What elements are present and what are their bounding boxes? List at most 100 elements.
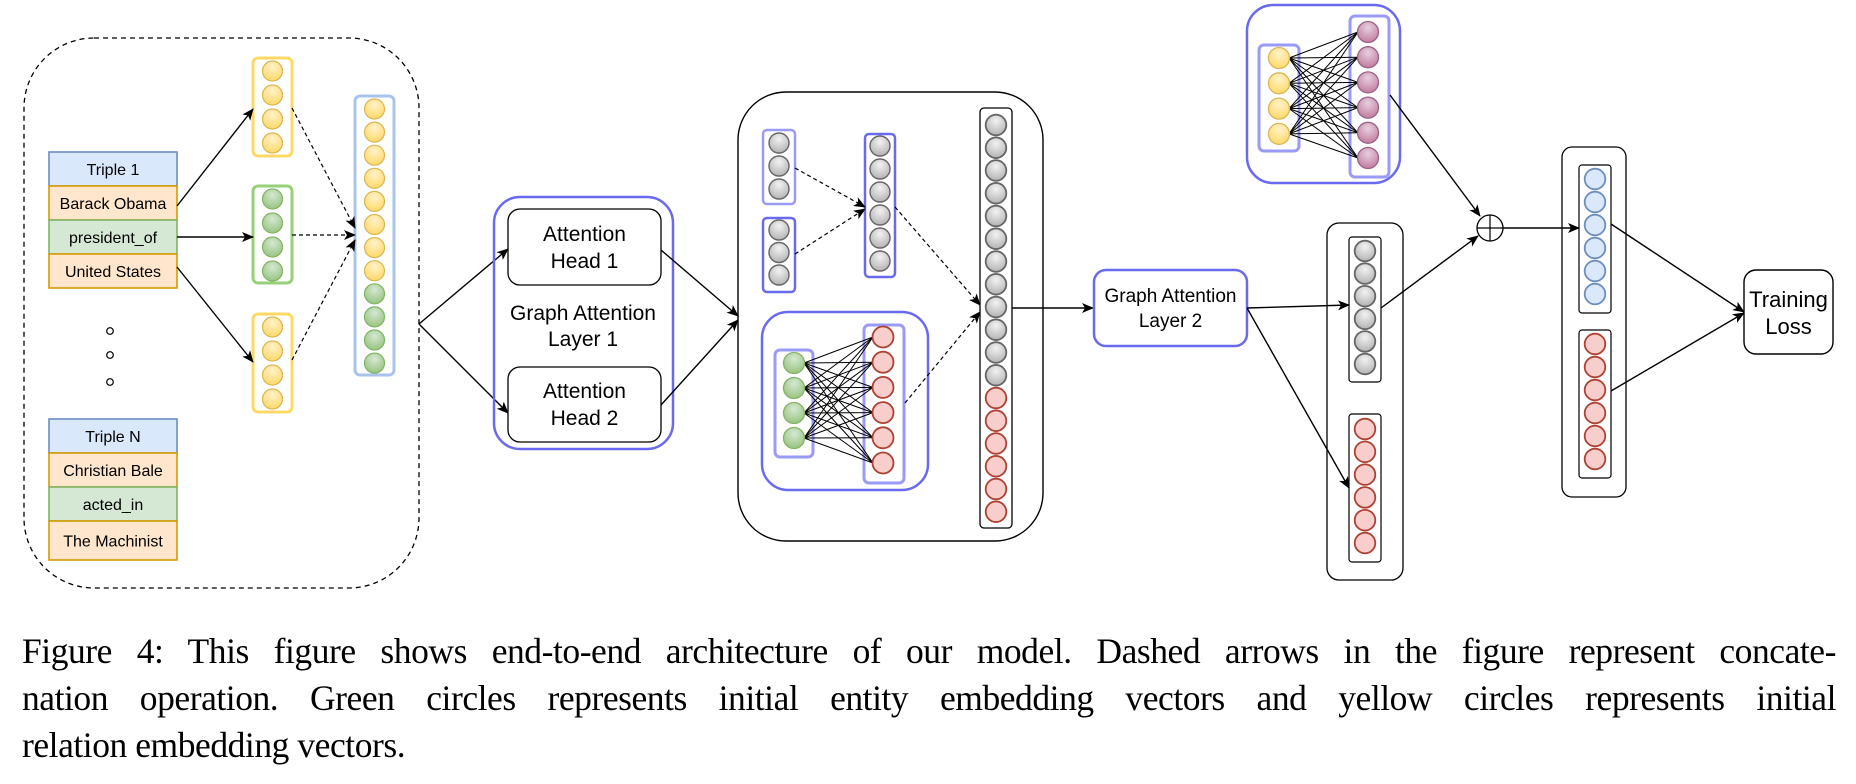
concat-neuron	[363, 167, 386, 189]
relation-input-neuron	[1267, 46, 1291, 70]
yellow-neuron	[261, 108, 284, 130]
layer1-output-neuron	[984, 386, 1008, 410]
concat-arrow-head1	[794, 167, 866, 208]
triple-tail-entity-label: The Machinist	[63, 534, 163, 551]
layer1-output-neuron	[984, 136, 1008, 159]
ellipsis-dot	[106, 327, 114, 335]
layer1-output-neuron	[984, 364, 1008, 387]
layer1-output-neuron	[984, 341, 1008, 364]
layer1-output-neuron	[984, 409, 1008, 432]
relation-output-neuron	[1356, 146, 1380, 170]
concat-neuron	[363, 237, 386, 259]
arrow-gat2-to-entity	[1246, 300, 1350, 311]
concat-neuron	[363, 144, 386, 166]
final-red-neuron	[1583, 401, 1607, 425]
triple-header-label: Triple 1	[87, 162, 140, 179]
attention-head-1-box	[507, 208, 662, 286]
triple-header-label: Triple N	[85, 429, 140, 446]
head-1-neuron	[768, 132, 790, 154]
head-concat-neuron	[869, 204, 891, 226]
relation-input-neuron	[1267, 122, 1291, 146]
concatenated-triple-vector	[353, 94, 396, 377]
triple-head-entity-label: Barack Obama	[60, 196, 167, 213]
concat-arrow-head	[291, 107, 356, 229]
layer1-output-neuron	[984, 432, 1008, 455]
layer1-output-neuron	[984, 273, 1008, 296]
entity-input-neuron	[782, 426, 806, 450]
head-2-neuron	[768, 264, 790, 286]
attention-head-1-label-line2: Head 1	[551, 250, 619, 273]
training-loss-label-line1: Training	[1749, 287, 1828, 312]
layer2-red-neuron	[1353, 509, 1377, 532]
triple-tail-entity-label: United States	[65, 264, 161, 281]
layer1-output-contents	[760, 107, 1013, 529]
layer2-entity-neuron	[1353, 352, 1377, 376]
attention-head-2-label-line2: Head 2	[551, 407, 619, 430]
concat-neuron	[363, 283, 386, 305]
gat-layer-2-title-line2: Layer 2	[1139, 311, 1202, 332]
head-concat-neuron	[869, 227, 891, 249]
layer2-entity-neuron	[1353, 285, 1377, 308]
graph-attention-layer-1: Attention Head 1 Graph Attention Layer 1…	[492, 195, 675, 451]
entity-output-neuron	[871, 350, 895, 374]
layer1-output-neuron	[984, 250, 1008, 273]
arrow-head-to-embedding	[176, 108, 254, 207]
concat-neuron	[363, 213, 386, 236]
layer2-red-neuron	[1353, 440, 1377, 464]
ellipsis-dot	[106, 378, 114, 386]
yellow-neuron	[261, 84, 284, 106]
final-blue-neuron	[1583, 236, 1607, 260]
triple-head-entity-label: Christian Bale	[63, 463, 163, 480]
arrow-gat2-to-red	[1246, 307, 1350, 489]
final-blue-neuron	[1583, 213, 1607, 237]
green-neuron	[261, 188, 284, 210]
head-2-neuron	[768, 219, 790, 241]
head-1-neuron	[768, 178, 790, 200]
layer2-entity-neuron	[1353, 262, 1377, 285]
caption-line-3: relation embedding vectors.	[22, 725, 406, 765]
head-concat-neuron	[869, 250, 891, 272]
figure-caption: Figure 4: This figure shows end-to-end a…	[22, 628, 1836, 769]
architecture-diagram: Triple 1 Barack Obama president_of United S…	[23, 3, 1834, 589]
triple-relation-label: acted_in	[83, 497, 144, 514]
entity-output-neuron	[871, 325, 895, 349]
entity-output-neuron	[871, 375, 895, 399]
caption-line-1: Figure 4: This figure shows end-to-end a…	[22, 631, 1836, 671]
concat-neuron	[363, 260, 386, 282]
graph-attention-layer-2: Graph Attention Layer 2	[1092, 268, 1249, 348]
entity-output-neuron	[871, 426, 895, 450]
output-section	[1245, 3, 1745, 581]
projection-edge	[1288, 31, 1359, 59]
layer1-output-neuron	[984, 500, 1008, 523]
relation-output-neuron	[1356, 71, 1380, 94]
green-neuron	[261, 212, 284, 234]
entity-input-neuron	[782, 401, 806, 425]
arrow-relation-to-sum	[1389, 94, 1481, 217]
layer2-red-neuron	[1353, 531, 1377, 555]
final-blue-neuron	[1583, 282, 1607, 306]
head-1-neuron	[768, 155, 790, 177]
arrow-tail-to-embedding	[176, 266, 254, 363]
final-red-neuron	[1583, 447, 1607, 471]
relation-output-neuron	[1356, 96, 1380, 119]
layer1-output-neuron	[984, 227, 1008, 250]
head-concat-neuron	[869, 158, 891, 180]
caption-line-2: nation operation. Green circles represen…	[22, 678, 1836, 718]
relation-output-neuron	[1356, 121, 1380, 144]
arrow-red-to-loss	[1610, 312, 1745, 392]
layer2-red-neuron	[1353, 486, 1377, 509]
input-panel: Triple 1 Barack Obama president_of United S…	[23, 37, 420, 589]
concat-neuron	[363, 306, 386, 328]
final-blue-neuron	[1583, 259, 1607, 283]
head-concat-neuron	[869, 181, 891, 203]
ellipsis-dot	[106, 351, 114, 359]
entity-input-neuron	[782, 351, 806, 375]
relation-input-neuron	[1267, 72, 1291, 95]
final-red-neuron	[1583, 355, 1607, 379]
green-neuron	[261, 236, 284, 258]
layer1-output-neuron	[984, 113, 1008, 137]
concat-arrow-tail	[291, 239, 356, 361]
layer1-output-neuron	[984, 159, 1008, 182]
concat-neuron	[363, 190, 386, 212]
head-2-neuron	[768, 241, 790, 264]
